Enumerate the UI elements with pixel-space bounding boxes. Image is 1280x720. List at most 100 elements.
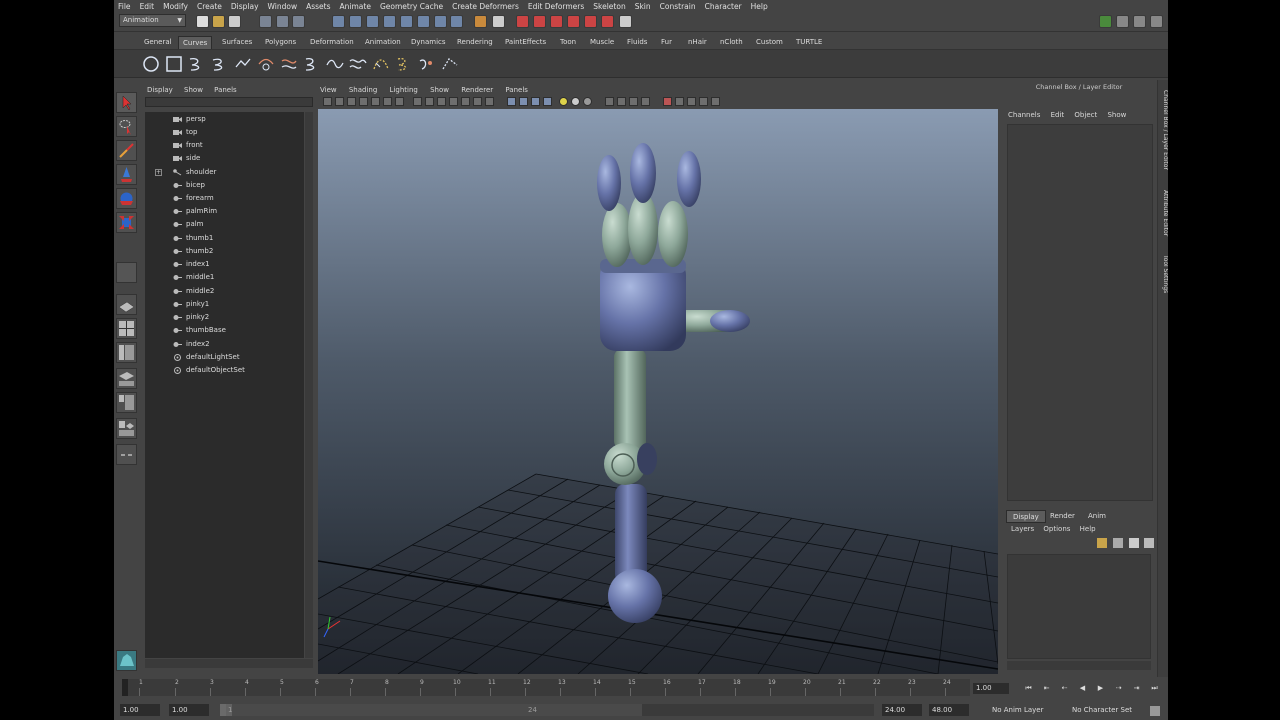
menu-constrain[interactable]: Constrain bbox=[660, 2, 696, 11]
camera-lock-icon[interactable] bbox=[395, 97, 404, 106]
wireframe-on-shaded-icon[interactable] bbox=[531, 97, 540, 106]
outliner-filter-input[interactable] bbox=[145, 97, 313, 107]
last-tool[interactable] bbox=[116, 262, 137, 283]
outliner-horizontal-scrollbar[interactable] bbox=[145, 659, 313, 668]
menu-skin[interactable]: Skin bbox=[635, 2, 651, 11]
new-layer-icon[interactable] bbox=[1097, 538, 1107, 548]
construction-icon[interactable] bbox=[450, 15, 463, 28]
outliner-vertical-scrollbar[interactable] bbox=[305, 112, 313, 658]
render-view-icon[interactable] bbox=[584, 15, 597, 28]
delete-layer-icon[interactable] bbox=[1144, 538, 1154, 548]
animation-start-field[interactable]: 1.00 bbox=[120, 704, 160, 716]
depth-of-field-icon[interactable] bbox=[641, 97, 650, 106]
shadows-icon[interactable] bbox=[583, 97, 592, 106]
outliner-menu-panels[interactable]: Panels bbox=[214, 86, 237, 94]
ep-curve-icon[interactable] bbox=[211, 55, 229, 73]
outliner-item-defaultobjectset[interactable]: defaultObjectSet bbox=[145, 364, 304, 377]
insert-knot-icon[interactable] bbox=[326, 55, 344, 73]
wireframe-icon[interactable] bbox=[507, 97, 516, 106]
outliner-item-pinky2[interactable]: pinky2 bbox=[145, 311, 304, 324]
rebuild-curve-icon[interactable] bbox=[418, 55, 436, 73]
tab-toon[interactable]: Toon bbox=[556, 36, 580, 49]
outliner-item-index1[interactable]: index1 bbox=[145, 258, 304, 271]
tab-nhair[interactable]: nHair bbox=[684, 36, 711, 49]
xray-icon[interactable] bbox=[543, 97, 552, 106]
outliner-item-persp[interactable]: persp bbox=[145, 113, 304, 126]
menu-window[interactable]: Window bbox=[268, 2, 298, 11]
menu-assets[interactable]: Assets bbox=[306, 2, 330, 11]
grid-icon[interactable] bbox=[413, 97, 422, 106]
all-lights-icon[interactable] bbox=[571, 97, 580, 106]
tab-render-layers[interactable]: Render bbox=[1044, 510, 1081, 523]
current-time-marker[interactable] bbox=[122, 679, 128, 696]
make-live-icon[interactable] bbox=[417, 15, 430, 28]
tab-display-layers[interactable]: Display bbox=[1006, 510, 1046, 523]
menu-edit-deformers[interactable]: Edit Deformers bbox=[528, 2, 584, 11]
outliner-item-thumb1[interactable]: thumb1 bbox=[145, 232, 304, 245]
film-gate-icon[interactable] bbox=[425, 97, 434, 106]
current-frame-field[interactable]: 1.00 bbox=[973, 683, 1009, 694]
tab-deformation[interactable]: Deformation bbox=[306, 36, 358, 49]
attach-curves-icon[interactable] bbox=[280, 55, 298, 73]
cv-curve-icon[interactable] bbox=[188, 55, 206, 73]
tab-animation[interactable]: Animation bbox=[361, 36, 405, 49]
viewport-menu-renderer[interactable]: Renderer bbox=[461, 86, 493, 94]
select-camera-icon[interactable] bbox=[323, 97, 332, 106]
snap-plane-icon[interactable] bbox=[383, 15, 396, 28]
tab-muscle[interactable]: Muscle bbox=[586, 36, 618, 49]
xray-active-icon[interactable] bbox=[687, 97, 696, 106]
pencil-curve-icon[interactable] bbox=[234, 55, 252, 73]
smooth-shade-icon[interactable] bbox=[519, 97, 528, 106]
viewport-menu-panels[interactable]: Panels bbox=[505, 86, 528, 94]
layer-menu-help[interactable]: Help bbox=[1080, 525, 1096, 533]
open-scene-icon[interactable] bbox=[212, 15, 225, 28]
tab-dynamics[interactable]: Dynamics bbox=[407, 36, 450, 49]
step-forward-frame-icon[interactable]: ⇢ bbox=[1112, 683, 1125, 694]
batch-render-icon[interactable] bbox=[601, 15, 614, 28]
viewport-menu-view[interactable]: View bbox=[320, 86, 337, 94]
tab-fluids[interactable]: Fluids bbox=[623, 36, 651, 49]
character-set-selector[interactable]: No Character Set bbox=[1072, 704, 1132, 716]
show-attribute-editor-icon[interactable] bbox=[1116, 15, 1129, 28]
tab-painteffects[interactable]: PaintEffects bbox=[501, 36, 550, 49]
menu-animate[interactable]: Animate bbox=[340, 2, 371, 11]
side-tab-attribute-editor[interactable]: Attribute Editor bbox=[1158, 190, 1168, 236]
safe-action-icon[interactable] bbox=[473, 97, 482, 106]
scale-tool[interactable] bbox=[116, 212, 137, 233]
outliner-item-shoulder[interactable]: + shoulder bbox=[145, 166, 304, 179]
outliner-item-palmrim[interactable]: palmRim bbox=[145, 205, 304, 218]
mental-ray-shelf-button[interactable] bbox=[116, 650, 137, 671]
menu-geometry-cache[interactable]: Geometry Cache bbox=[380, 2, 443, 11]
outliner-item-middle1[interactable]: middle1 bbox=[145, 271, 304, 284]
layer-options-icon[interactable] bbox=[1129, 538, 1139, 548]
layer-menu-layers[interactable]: Layers bbox=[1011, 525, 1034, 533]
gamma-icon[interactable] bbox=[711, 97, 720, 106]
snap-surface-icon[interactable] bbox=[400, 15, 413, 28]
menu-skeleton[interactable]: Skeleton bbox=[593, 2, 625, 11]
side-tab-channel-box[interactable]: Channel Box / Layer Editor bbox=[1158, 90, 1168, 170]
show-render-icon[interactable] bbox=[619, 15, 632, 28]
new-layer-from-selected-icon[interactable] bbox=[1113, 538, 1123, 548]
use-default-lighting-icon[interactable] bbox=[559, 97, 568, 106]
tab-rendering[interactable]: Rendering bbox=[453, 36, 497, 49]
gate-mask-icon[interactable] bbox=[449, 97, 458, 106]
multisample-icon[interactable] bbox=[629, 97, 638, 106]
lock-icon[interactable] bbox=[474, 15, 487, 28]
detach-curves-icon[interactable] bbox=[303, 55, 321, 73]
anim-layer-selector[interactable]: No Anim Layer bbox=[992, 704, 1043, 716]
persp-graph-layout-button[interactable] bbox=[116, 368, 137, 389]
ambient-occlusion-icon[interactable] bbox=[605, 97, 614, 106]
step-forward-key-icon[interactable]: ⇥ bbox=[1130, 683, 1143, 694]
menu-modify[interactable]: Modify bbox=[163, 2, 188, 11]
camera-attributes-icon[interactable] bbox=[335, 97, 344, 106]
image-plane-icon[interactable] bbox=[359, 97, 368, 106]
tab-surfaces[interactable]: Surfaces bbox=[218, 36, 256, 49]
menu-edit[interactable]: Edit bbox=[140, 2, 155, 11]
outliner-item-thumb2[interactable]: thumb2 bbox=[145, 245, 304, 258]
outliner-item-index2[interactable]: index2 bbox=[145, 338, 304, 351]
bookmark-icon[interactable] bbox=[347, 97, 356, 106]
render-icon[interactable] bbox=[516, 15, 529, 28]
play-forwards-icon[interactable]: ▶ bbox=[1094, 683, 1107, 694]
paint-select-tool[interactable] bbox=[116, 140, 137, 161]
arc-icon[interactable] bbox=[257, 55, 275, 73]
